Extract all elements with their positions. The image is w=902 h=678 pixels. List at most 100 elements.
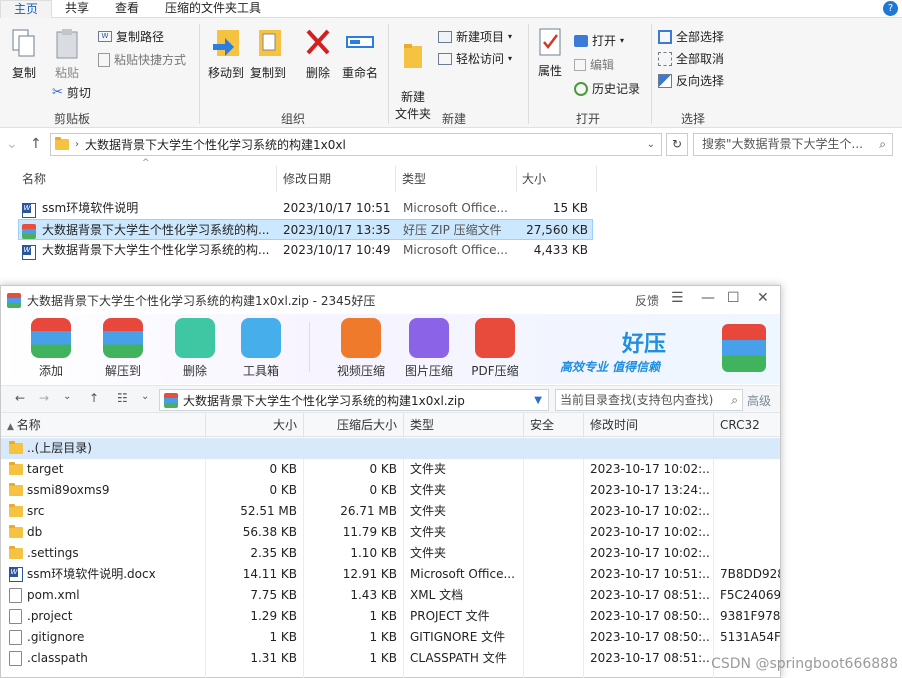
copy-path-button[interactable]: W 复制路径 — [98, 28, 164, 45]
parent-directory-row[interactable]: ..(上层目录) — [1, 438, 780, 459]
advanced-search-link[interactable]: 高级 — [747, 392, 771, 409]
chevron-down-icon[interactable]: ▼ — [534, 395, 542, 406]
file-row[interactable]: ssm环境软件说明 2023/10/17 10:51 Microsoft Off… — [18, 198, 593, 219]
refresh-button[interactable]: ↻ — [666, 133, 688, 156]
toolbox-button[interactable]: 工具箱 — [229, 318, 293, 379]
column-name[interactable]: ▲ 名称 — [1, 413, 206, 437]
video-compress-button[interactable]: 视频压缩 — [327, 318, 395, 379]
open-icon — [574, 34, 588, 47]
new-item-button[interactable]: 新建项目 ▾ — [438, 28, 512, 45]
chevron-right-icon: › — [75, 139, 79, 150]
rename-button[interactable]: 重命名 — [338, 26, 382, 81]
up-arrow-icon[interactable]: ↑ — [89, 391, 99, 405]
address-bar[interactable]: › 大数据背景下大学生个性化学习系统的构建1x0xl ⌄ — [50, 133, 662, 156]
tab-compressed-tools[interactable]: 压缩的文件夹工具 — [152, 0, 274, 18]
extract-to-button[interactable]: 解压到 — [91, 318, 155, 379]
table-row[interactable]: .settings 2.35 KB 1.10 KB 文件夹 2023-10-17 10:… — [1, 543, 780, 564]
help-icon[interactable]: ? — [883, 1, 898, 16]
rename-icon — [346, 36, 374, 48]
column-modified[interactable]: 修改时间 — [584, 413, 714, 437]
delete-button[interactable]: 删除 — [300, 26, 336, 81]
column-type[interactable]: 类型 — [404, 413, 524, 437]
paste-icon — [56, 29, 78, 59]
delete-x-icon — [306, 29, 330, 55]
table-row[interactable]: target 0 KB 0 KB 文件夹 2023-10-17 10:02:... — [1, 459, 780, 480]
toolbox-icon — [241, 318, 281, 358]
chevron-down-icon[interactable]: ⌄ — [6, 136, 18, 152]
table-row[interactable]: pom.xml 7.75 KB 1.43 KB XML 文档 2023-10-17 08… — [1, 585, 780, 606]
pdf-compress-button[interactable]: PDF压缩 — [461, 318, 529, 379]
maximize-icon[interactable]: ☐ — [727, 290, 740, 306]
move-to-button[interactable]: 移动到 — [204, 26, 248, 81]
column-size[interactable]: 大小 — [206, 413, 304, 437]
archive-search-input[interactable]: 当前目录查找(支持包内查找) ⌕ — [555, 389, 743, 411]
back-arrow-icon[interactable]: ← — [15, 391, 25, 405]
table-row[interactable]: .project 1.29 KB 1 KB PROJECT 文件 2023-10-17 … — [1, 606, 780, 627]
column-date[interactable]: 修改日期 — [283, 168, 331, 192]
properties-button[interactable]: 属性 — [532, 26, 568, 79]
file-row[interactable]: 大数据背景下大学生个性化学习系统的构... 2023/10/17 13:35 好… — [18, 219, 593, 240]
table-row[interactable]: ssm环境软件说明.docx14.11 KB12.91 KBMicrosoft … — [1, 564, 780, 585]
sort-arrow-icon: ^ — [142, 158, 150, 168]
feedback-link[interactable]: 反馈 — [635, 292, 659, 309]
chevron-down-icon: ▾ — [620, 36, 625, 45]
file-row[interactable]: 大数据背景下大学生个性化学习系统的构... 2023/10/17 10:49 M… — [18, 240, 593, 261]
menu-icon[interactable]: ☰ — [671, 290, 684, 306]
ribbon-divider — [528, 24, 529, 124]
word-doc-icon — [9, 564, 23, 585]
up-arrow-icon[interactable]: ↑ — [30, 136, 42, 152]
copy-to-icon — [259, 30, 281, 56]
view-mode-icon[interactable]: ☷ — [117, 391, 128, 405]
tab-view[interactable]: 查看 — [102, 0, 152, 18]
ribbon-divider — [651, 24, 652, 124]
new-folder-button[interactable]: 新建 文件夹 — [392, 26, 434, 122]
open-button[interactable]: 打开 ▾ — [574, 32, 624, 49]
minimize-icon[interactable]: — — [701, 290, 715, 306]
tab-share[interactable]: 共享 — [52, 0, 102, 18]
table-row[interactable]: .classpath 1.31 KB 1 KB CLASSPATH 文件 2023-10… — [1, 648, 780, 669]
column-compressed-size[interactable]: 压缩后大小 — [304, 413, 404, 437]
column-security[interactable]: 安全 — [524, 413, 584, 437]
cut-button[interactable]: ✂ 剪切 — [52, 84, 91, 101]
column-size[interactable]: 大小 — [522, 168, 546, 192]
folder-icon — [55, 137, 69, 150]
select-all-button[interactable]: 全部选择 — [658, 28, 724, 45]
paste-shortcut-button[interactable]: 粘贴快捷方式 — [98, 51, 186, 68]
copy-button[interactable]: 复制 — [8, 28, 40, 81]
table-row[interactable]: ssmi89oxms9 0 KB 0 KB 文件夹 2023-10-17 13:24:.… — [1, 480, 780, 501]
add-button[interactable]: 添加 — [19, 318, 83, 379]
paste-button[interactable]: 粘贴 — [50, 28, 84, 81]
folder-icon — [9, 480, 23, 503]
new-group-label: 新建 — [442, 112, 467, 126]
refresh-icon: ↻ — [671, 137, 683, 151]
chevron-down-icon[interactable]: ⌄ — [141, 391, 149, 402]
history-button[interactable]: 历史记录 — [574, 80, 640, 97]
chevron-down-icon[interactable]: ⌄ — [63, 391, 71, 402]
column-name[interactable]: 名称 — [22, 168, 46, 192]
table-row[interactable]: db 56.38 KB 11.79 KB 文件夹 2023-10-17 10:02:..… — [1, 522, 780, 543]
csdn-watermark: CSDN @springboot666888 — [711, 656, 898, 672]
select-all-icon — [658, 29, 672, 44]
close-icon[interactable]: ✕ — [757, 290, 769, 306]
select-none-button[interactable]: 全部取消 — [658, 50, 724, 67]
haozip-titlebar: 大数据背景下大学生个性化学习系统的构建1x0xl.zip - 2345好压 — [1, 286, 780, 314]
invert-selection-icon — [658, 73, 672, 88]
table-row[interactable]: .gitignore 1 KB 1 KB GITIGNORE 文件 2023-10-17… — [1, 627, 780, 648]
invert-selection-button[interactable]: 反向选择 — [658, 72, 724, 89]
column-type[interactable]: 类型 — [402, 168, 426, 192]
table-row[interactable]: src 52.51 MB 26.71 MB 文件夹 2023-10-17 10:02:.… — [1, 501, 780, 522]
chevron-down-icon[interactable]: ⌄ — [647, 139, 655, 150]
delete-archive-button[interactable]: 删除 — [163, 318, 227, 379]
clipboard-group-label: 剪贴板 — [54, 112, 91, 126]
explorer-search-input[interactable]: 搜索"大数据背景下大学生个... ⌕ — [693, 133, 893, 156]
tab-home[interactable]: 主页 — [0, 0, 53, 18]
edit-button[interactable]: 编辑 — [574, 56, 614, 73]
image-compress-button[interactable]: 图片压缩 — [395, 318, 463, 379]
forward-arrow-icon[interactable]: → — [39, 391, 49, 405]
new-item-icon — [438, 30, 452, 43]
copy-to-button[interactable]: 复制到 — [246, 26, 290, 81]
column-divider — [516, 166, 517, 192]
archive-path-bar[interactable]: 大数据背景下大学生个性化学习系统的构建1x0xl.zip ▼ — [159, 389, 549, 411]
easy-access-button[interactable]: 轻松访问 ▾ — [438, 50, 512, 67]
column-crc32[interactable]: CRC32 — [714, 413, 780, 437]
